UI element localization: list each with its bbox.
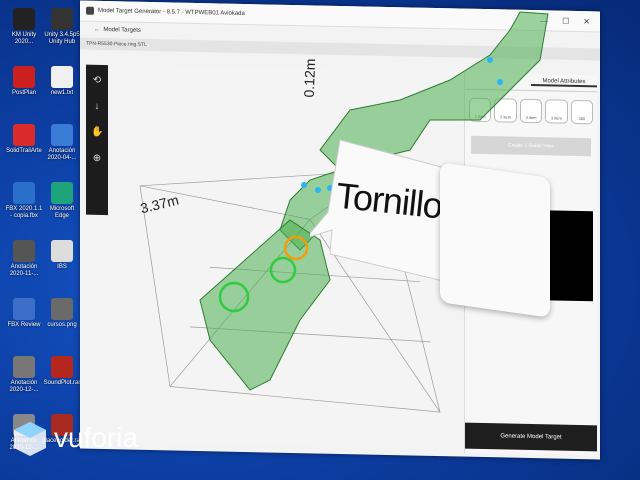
create-guide-view-button[interactable]: Create 1 Guide View [471,135,591,157]
desktop-icon[interactable]: cursos.png [42,298,82,329]
down-arrow-icon[interactable]: ↓ [91,101,103,113]
desktop-icon[interactable]: FBX 2020.1.1 - copia.fbx [4,182,44,220]
thumbnail-1[interactable]: 1 item [469,97,492,123]
file-icon [51,8,73,30]
vertical-dimension: 0.12m [300,58,319,98]
desktop-icon-label: cursos.png [47,322,77,328]
desktop-icon-label: SoundPlot.rar [43,380,81,386]
tab-views[interactable] [465,81,531,82]
ar-info-card [440,162,550,318]
back-link[interactable]: Model Targets [103,27,141,34]
tab-model-attributes[interactable]: Model Attributes [531,78,597,88]
desktop-icon-label: KM Unity 2020... [11,32,37,45]
desktop-icon[interactable]: PostPlan [4,66,44,97]
generate-model-target-button[interactable]: Generate Model Target [465,422,597,452]
thumbnail-5[interactable]: 360 [570,99,594,125]
file-icon [13,298,35,320]
thumbnail-2[interactable]: 2 item [494,98,517,123]
file-icon [13,8,35,30]
desktop-icon[interactable]: Anotación 2020-11-... [4,240,44,278]
desktop-icon-label: Anotación 2020-11-... [9,264,39,277]
back-arrow-icon[interactable]: ← [94,27,103,33]
desktop-icon-label: IBS [57,264,67,270]
desktop-icon[interactable]: Anotación 2020-04-... [42,124,82,162]
file-icon [51,124,73,146]
desktop-icon-label: FBX Review [7,322,41,328]
file-icon [13,124,35,146]
desktop-icon-label: FBX 2020.1.1 - copia.fbx [5,206,43,219]
maximize-button[interactable]: ☐ [562,16,569,25]
file-icon [51,240,73,262]
file-icon [51,66,73,88]
center-target-icon[interactable]: ⊕ [91,153,103,165]
desktop-icon-label: SolidTrailArte [6,148,42,154]
pan-hand-icon[interactable]: ✋ [91,127,103,139]
desktop-icon-label: Microsoft Edge [49,206,75,219]
desktop-icon[interactable]: new1.txt [42,66,82,97]
desktop-icon-label: new1.txt [50,90,74,96]
desktop-icon[interactable]: Unity 3.4.5p5 Unity Hub [42,8,82,46]
window-title: Model Target Generator - 8.5.7 - WTPWEB0… [98,7,245,18]
file-icon [13,66,35,88]
desktop-icon-label: Anotación 2020-04-... [47,148,77,161]
desktop-icon-label: PostPlan [11,90,36,96]
app-icon [86,6,94,15]
file-icon [13,240,35,262]
desktop-icon[interactable]: Microsoft Edge [42,182,82,220]
desktop-icon[interactable]: IBS [42,240,82,271]
file-icon [51,182,73,204]
file-icon [51,298,73,320]
brand-text: vuforia [54,422,139,453]
file-icon [13,356,35,378]
desktop-icon[interactable]: KM Unity 2020... [4,8,44,46]
minimize-button[interactable]: — [540,16,548,25]
desktop-icon[interactable]: FBX Review [4,298,44,329]
tool-sidebar: ⟲ ↓ ✋ ⊕ [86,64,108,216]
model-file-name: TPN-R5530-Piece.ring.STL [86,40,147,48]
desktop-icon-label: Anotación 2020-12-... [9,380,39,393]
desktop-icon[interactable]: Anotación 2020-12-... [4,356,44,394]
thumbnail-4[interactable]: 3 item [545,99,568,124]
orbit-icon[interactable]: ⟲ [91,75,103,87]
desktop-icon[interactable]: SolidTrailArte [4,124,44,155]
close-button[interactable]: ✕ [583,17,590,26]
file-icon [51,356,73,378]
guide-view-thumbnails: 1 item 2 item 4 item 3 item 360 [465,90,597,125]
file-icon [13,182,35,204]
desktop-icon-label: Unity 3.4.5p5 Unity Hub [44,32,80,45]
cube-logo-icon [14,422,46,456]
desktop-icon[interactable]: SoundPlot.rar [42,356,82,387]
vuforia-logo: vuforia [10,418,138,458]
thumbnail-3[interactable]: 4 item [519,98,543,124]
